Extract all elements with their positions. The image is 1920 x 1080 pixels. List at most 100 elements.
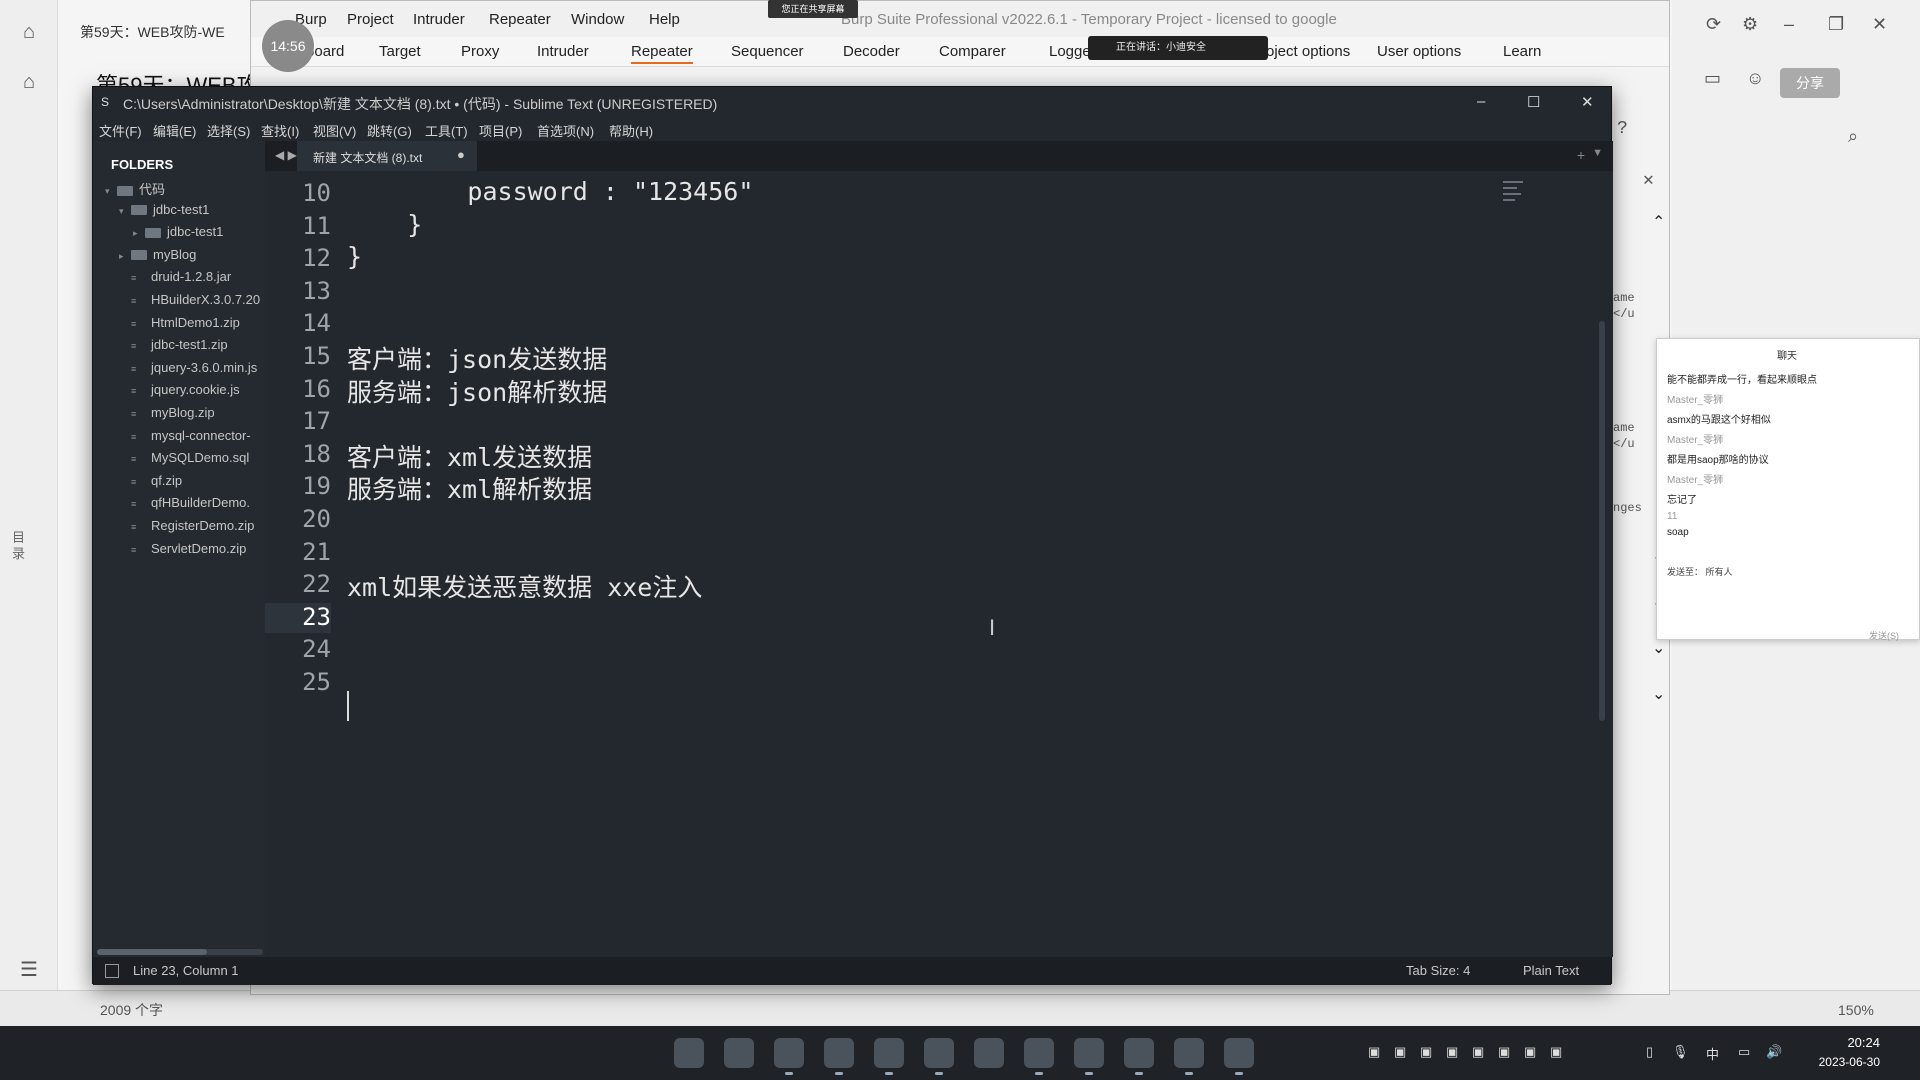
tab-size[interactable]: Tab Size: 4 [1406,963,1470,978]
burp-menu-window[interactable]: Window [571,11,624,28]
tray-icon[interactable]: ▣ [1420,1044,1432,1060]
steam-icon[interactable] [924,1038,954,1075]
editor[interactable]: 10 password : "123456" 11 } 12} 13 14 15 客户端：j… [265,171,1613,957]
file-explorer-icon[interactable] [724,1038,754,1068]
mic-icon[interactable]: 🎙 [1672,1044,1689,1060]
clock-date[interactable]: 2023-06-30 [1804,1055,1880,1069]
zoom-level[interactable]: 150% [1838,1002,1874,1018]
app-icon[interactable] [974,1038,1004,1068]
recipient-select[interactable]: 所有人 [1706,567,1733,577]
syntax-mode[interactable]: Plain Text [1523,963,1579,978]
burp-menu-project[interactable]: Project [347,11,394,28]
terminal-icon[interactable] [1124,1038,1154,1075]
chrome-icon[interactable] [824,1038,854,1075]
disclosure-arrow-icon[interactable]: ▸ [119,251,131,262]
tree-folder[interactable]: ▸ myBlog [119,247,265,262]
tree-file[interactable]: ≡ jquery-3.6.0.min.js [119,360,265,375]
tray-icon[interactable]: ▣ [1394,1044,1406,1060]
tray-icon[interactable]: ▣ [1472,1044,1484,1060]
network-icon[interactable]: ▭ [1738,1044,1750,1060]
burp-tab-comparer[interactable]: Comparer [939,43,1006,60]
tree-folder[interactable]: ▾ jdbc-test1 [119,202,265,217]
code-line[interactable]: 客户端：json发送数据 [347,340,607,376]
sidebar-scrollbar[interactable] [97,949,263,955]
tree-file[interactable]: ≡ jdbc-test1.zip [119,337,265,352]
tray-icon[interactable]: ▣ [1498,1044,1510,1060]
ime-indicator[interactable]: 中 [1706,1044,1719,1063]
code-line[interactable]: } [347,210,422,239]
scrollbar-thumb[interactable] [97,949,207,955]
tree-folder[interactable]: ▾ 代码 [105,179,265,198]
outline-icon[interactable]: ☰ [17,958,41,982]
code-line[interactable]: xml如果发送恶意数据 xxe注入 [347,568,702,604]
burp-menu-help[interactable]: Help [649,11,680,28]
help-icon[interactable]: ? [1617,119,1628,139]
search-icon[interactable]: ⌕ [1848,126,1858,147]
chevron-down-icon[interactable]: ⌄ [1652,638,1665,658]
tree-file[interactable]: ≡ HBuilderX.3.0.7.20 [119,292,265,307]
burp-tab-learn[interactable]: Learn [1503,43,1541,60]
user-add-icon[interactable]: ☺ [1746,68,1764,89]
burp-menu-repeater[interactable]: Repeater [489,11,551,28]
burp-tab-target[interactable]: Target [379,43,421,60]
tray-icon[interactable]: ▣ [1446,1044,1458,1060]
unsaved-dot-icon[interactable]: ● [457,147,465,162]
maximize-icon[interactable]: ☐ [1527,93,1540,111]
tray-icon[interactable]: ▣ [1368,1044,1380,1060]
editor-tab[interactable]: 新建 文本文档 (8).txt ● [297,141,477,171]
edge-icon[interactable] [774,1038,804,1075]
code-line[interactable]: } [347,242,362,271]
volume-icon[interactable]: 🔊 [1766,1044,1782,1060]
close-icon[interactable]: ✕ [1581,93,1594,111]
tray-icon[interactable]: ▣ [1550,1044,1562,1060]
menu-view[interactable]: 视图(V) [313,121,356,140]
clock-time[interactable]: 20:24 [1826,1035,1880,1050]
close-icon[interactable]: ✕ [1643,169,1654,191]
tree-file[interactable]: ≡ qfHBuilderDemo. [119,495,265,510]
restore-icon[interactable]: ❐ [1828,14,1844,35]
menu-help[interactable]: 帮助(H) [609,121,653,140]
chevron-up-icon[interactable]: ⌃ [1652,212,1665,232]
tree-file[interactable]: ≡ qf.zip [119,473,265,488]
menu-tools[interactable]: 工具(T) [425,121,468,140]
tree-file[interactable]: ≡ HtmlDemo1.zip [119,315,265,330]
burp-tab-user-options[interactable]: User options [1377,43,1461,60]
tree-file[interactable]: ≡ jquery.cookie.js [119,382,265,397]
tree-file[interactable]: ≡ ServletDemo.zip [119,541,265,556]
share-button[interactable]: 分享 [1780,68,1840,98]
minimize-icon[interactable]: – [1477,93,1485,110]
menu-selection[interactable]: 选择(S) [207,121,250,140]
code-line[interactable]: 服务端：json解析数据 [347,373,607,409]
tab-nav-arrows[interactable]: ◀ ▶ [275,148,297,162]
tree-folder[interactable]: ▸ jdbc-test1 [133,224,265,239]
editor-scrollbar[interactable] [1599,321,1605,721]
tree-file[interactable]: ≡ myBlog.zip [119,405,265,420]
code-line[interactable]: password : "123456" [347,177,753,206]
start-icon[interactable] [674,1038,704,1068]
minimap[interactable] [1503,181,1543,225]
minimize-icon[interactable]: – [1784,14,1794,35]
menu-edit[interactable]: 编辑(E) [153,121,196,140]
burp-tab-repeater[interactable]: Repeater [631,43,693,64]
menu-goto[interactable]: 跳转(G) [367,121,412,140]
burp-menu-intruder[interactable]: Intruder [413,11,465,28]
tree-file[interactable]: ≡ MySQLDemo.sql [119,450,265,465]
burp-tab-decoder[interactable]: Decoder [843,43,900,60]
burp-tab-sequencer[interactable]: Sequencer [731,43,804,60]
settings-icon[interactable]: ⚙ [1742,14,1758,35]
tree-file[interactable]: ≡ RegisterDemo.zip [119,518,265,533]
chat-send-button[interactable]: 发送(S) [1869,629,1899,642]
tree-file[interactable]: ≡ mysql-connector- [119,428,265,443]
firefox-icon[interactable] [1024,1038,1054,1075]
chat-send-to[interactable]: 发送至： 所有人 [1667,565,1733,578]
disclosure-arrow-icon[interactable]: ▸ [133,228,145,239]
app-icon[interactable] [1074,1038,1104,1075]
panel-toggle-icon[interactable] [105,964,119,978]
chevron-down-icon[interactable]: ⌄ [1652,684,1665,704]
toc-label[interactable]: 目录 [12,530,26,562]
disclosure-arrow-icon[interactable]: ▾ [119,206,131,217]
menu-find[interactable]: 查找(I) [261,121,299,140]
burp-tab-proxy[interactable]: Proxy [461,43,499,60]
tree-file[interactable]: ≡ druid-1.2.8.jar [119,269,265,284]
refresh-icon[interactable]: ⟳ [1706,14,1721,35]
